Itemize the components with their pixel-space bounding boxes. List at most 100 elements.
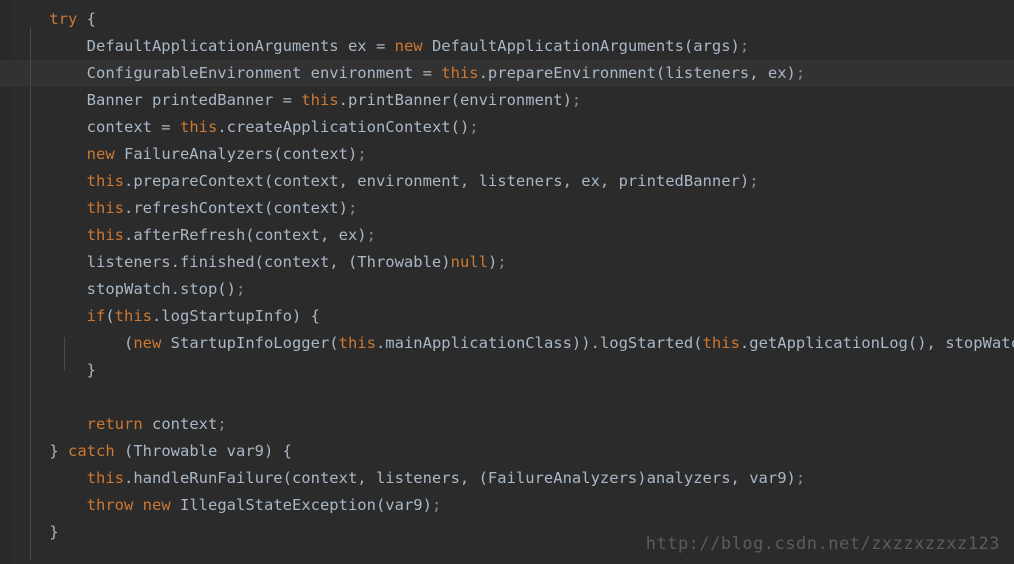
code-token-punct: ;	[357, 145, 367, 163]
code-line[interactable]: stopWatch.stop();	[0, 276, 1014, 303]
code-token-punct: ;	[571, 91, 582, 109]
code-token-def: )	[487, 253, 498, 271]
code-token-def: .getApplicationLog(), stopWatch)	[739, 334, 1014, 352]
watermark-url: http://blog.csdn.net/zxzzxzzxz123	[645, 534, 1000, 554]
code-token-kw: if	[86, 307, 106, 325]
code-line[interactable]: this.refreshContext(context);	[0, 195, 1014, 222]
code-token-punct: ;	[347, 199, 358, 217]
code-line[interactable]: this.afterRefresh(context, ex);	[0, 222, 1014, 249]
code-token-brace: }	[86, 361, 96, 379]
code-token-punct: ;	[795, 64, 806, 82]
indent-guide-line	[30, 28, 31, 560]
code-line[interactable]: try {	[0, 6, 1014, 33]
code-token-def: context	[142, 415, 218, 433]
code-token-punct: ;	[431, 496, 442, 514]
code-editor[interactable]: try { DefaultApplicationArguments ex = n…	[0, 0, 1014, 564]
code-token-def: (	[105, 307, 115, 325]
code-line[interactable]: (new StartupInfoLogger(this.mainApplicat…	[0, 330, 1014, 357]
code-token-kw: this	[114, 307, 152, 325]
code-line[interactable]: DefaultApplicationArguments ex = new Def…	[0, 33, 1014, 60]
code-token-punct: ;	[749, 172, 759, 190]
code-token-kw: throw	[86, 496, 134, 514]
code-token-def: IllegalStateException(var9)	[170, 496, 432, 514]
code-token-punct: ;	[217, 415, 227, 433]
code-token-def: .mainApplicationClass)).logStarted(	[375, 334, 703, 352]
code-token-def: .afterRefresh(context, ex)	[123, 226, 367, 244]
code-token-def: listeners.finished(context, (Throwable)	[86, 253, 451, 271]
code-token-def: .handleRunFailure(context, listeners, (F…	[123, 469, 796, 487]
code-token-kw: this	[86, 469, 124, 487]
code-token-def: .createApplicationContext()	[217, 118, 470, 136]
code-line[interactable]: return context;	[0, 411, 1014, 438]
code-token-def: .logStartupInfo) {	[152, 307, 320, 325]
code-token-kw: this	[441, 64, 479, 82]
code-token-def: ConfigurableEnvironment environment =	[86, 64, 442, 82]
code-token-def: .refreshContext(context)	[123, 199, 348, 217]
code-line[interactable]	[0, 384, 1014, 411]
code-token-def	[77, 10, 86, 28]
code-token-def	[133, 496, 142, 514]
code-line[interactable]: Banner printedBanner = this.printBanner(…	[0, 87, 1014, 114]
code-line[interactable]: listeners.finished(context, (Throwable)n…	[0, 249, 1014, 276]
code-content[interactable]: try { DefaultApplicationArguments ex = n…	[0, 6, 1014, 546]
code-line[interactable]: throw new IllegalStateException(var9);	[0, 492, 1014, 519]
code-token-kw: new	[394, 37, 423, 55]
code-token-kw: new	[133, 334, 162, 352]
code-token-def: Banner printedBanner =	[86, 91, 302, 109]
code-token-punct: ;	[469, 118, 479, 136]
indent-guide-line	[64, 337, 65, 371]
code-token-brace: {	[86, 10, 97, 28]
code-token-kw: null	[450, 253, 488, 271]
code-token-def: stopWatch.stop()	[86, 280, 236, 298]
code-token-def: context =	[86, 118, 180, 136]
code-token-kw: return	[86, 415, 143, 433]
code-token-def: .prepareContext(context, environment, li…	[123, 172, 750, 190]
code-token-kw: this	[301, 91, 339, 109]
code-token-def: DefaultApplicationArguments ex =	[86, 37, 395, 55]
code-token-punct: ;	[366, 226, 376, 244]
code-token-brace: }	[49, 442, 68, 460]
code-token-kw: catch	[68, 442, 115, 460]
code-token-punct: ;	[739, 37, 750, 55]
code-token-punct: ;	[497, 253, 507, 271]
code-token-kw: new	[86, 145, 115, 163]
code-token-def: (Throwable var9) {	[114, 442, 292, 460]
code-line[interactable]: }	[0, 357, 1014, 384]
code-token-kw: this	[86, 172, 124, 190]
code-token-def: StartupInfoLogger(	[161, 334, 339, 352]
code-line[interactable]: if(this.logStartupInfo) {	[0, 303, 1014, 330]
code-token-kw: this	[86, 199, 124, 217]
code-token-kw: this	[86, 226, 124, 244]
code-token-punct: ;	[795, 469, 806, 487]
code-token-def: DefaultApplicationArguments(args)	[422, 37, 740, 55]
code-token-brace: }	[49, 523, 59, 541]
code-line[interactable]: context = this.createApplicationContext(…	[0, 114, 1014, 141]
code-line[interactable]: } catch (Throwable var9) {	[0, 438, 1014, 465]
code-token-kw: this	[338, 334, 376, 352]
code-line[interactable]: ConfigurableEnvironment environment = th…	[0, 60, 1014, 87]
code-token-kw: try	[49, 10, 78, 28]
code-token-def: FailureAnalyzers(context)	[114, 145, 358, 163]
code-line[interactable]: this.handleRunFailure(context, listeners…	[0, 465, 1014, 492]
code-token-punct: ;	[235, 280, 246, 298]
code-line[interactable]: this.prepareContext(context, environment…	[0, 168, 1014, 195]
code-token-def: .prepareEnvironment(listeners, ex)	[478, 64, 796, 82]
code-line[interactable]: new FailureAnalyzers(context);	[0, 141, 1014, 168]
